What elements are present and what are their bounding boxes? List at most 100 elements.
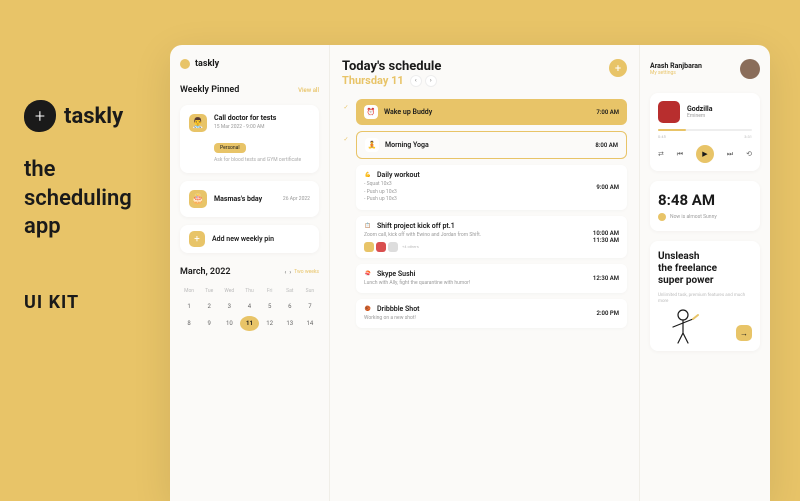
schedule-card: 📋 Shift project kick off pt.1 Zoom call, k… <box>356 216 627 258</box>
calendar-day[interactable]: 8 <box>180 316 198 331</box>
upgrade-arrow-button[interactable]: → <box>736 325 752 341</box>
calendar-day[interactable]: 14 <box>301 316 319 331</box>
calendar-day[interactable]: 13 <box>281 316 299 331</box>
schedule-icon: 💪 <box>364 171 372 179</box>
album-art <box>658 101 680 123</box>
upgrade-card: Unsleash the freelance super power Unlim… <box>650 241 760 351</box>
pinned-title: Weekly Pinned <box>180 85 239 95</box>
pin-date: 15 Mar 2022 - 9:00 AM <box>214 124 310 130</box>
schedule-desc: Lunch with Ally, fight the quarantine wi… <box>364 280 593 287</box>
calendar-day[interactable]: 5 <box>261 299 279 314</box>
schedule-item-time-end: 11:30 AM <box>593 237 619 244</box>
promo-kit-label: UI KIT <box>24 292 154 313</box>
music-time-current: 0:45 <box>658 134 666 139</box>
schedule-next-button[interactable]: › <box>425 75 437 87</box>
calendar-dow: Tue <box>200 285 218 297</box>
pin-date: 26 Apr 2022 <box>283 196 310 202</box>
profile-settings-link[interactable]: My settings <box>650 70 702 76</box>
play-button[interactable]: ▶ <box>696 145 714 163</box>
calendar-grid: MonTueWedThuFriSatSun1234567891011121314 <box>180 285 319 331</box>
pinned-cake-icon: 🎂 <box>189 190 207 208</box>
calendar-prev-icon[interactable]: ‹ <box>285 269 287 276</box>
add-pin-button[interactable]: + Add new weekly pin <box>180 225 319 253</box>
calendar-day[interactable]: 1 <box>180 299 198 314</box>
schedule-list: ✓ ⏰Wake up Buddy7:00 AM ✓🧘Morning Yoga8:00… <box>342 99 627 328</box>
schedule-icon: 📋 <box>364 222 372 230</box>
promo-brand: taskly <box>64 104 123 129</box>
calendar-next-icon[interactable]: › <box>289 269 291 276</box>
calendar-day[interactable]: 3 <box>220 299 238 314</box>
music-progress-bar[interactable] <box>658 129 752 131</box>
shuffle-icon[interactable]: ⇄ <box>658 150 664 158</box>
brand-dot-icon <box>180 59 190 69</box>
profile-avatar[interactable] <box>740 59 760 79</box>
calendar-dow: Thu <box>240 285 258 297</box>
calendar-dow: Mon <box>180 285 198 297</box>
schedule-item[interactable]: ✓ ⏰Wake up Buddy7:00 AM <box>342 99 627 125</box>
calendar-day[interactable]: 9 <box>200 316 218 331</box>
schedule-item-title: Shift project kick off pt.1 <box>377 222 455 230</box>
schedule-check-icon[interactable]: ✓ <box>342 131 350 143</box>
next-track-icon[interactable]: ⏭ <box>727 150 733 159</box>
schedule-card: 🍣 Skype Sushi Lunch with Ally, fight the q… <box>356 264 627 293</box>
schedule-title: Today's schedule <box>342 59 441 74</box>
schedule-check-icon[interactable] <box>342 264 350 269</box>
profile-header: Arash Ranjbaran My settings <box>650 59 760 79</box>
calendar-day[interactable]: 11 <box>240 316 258 331</box>
add-schedule-button[interactable]: + <box>609 59 627 77</box>
app-brand-text: taskly <box>195 59 219 69</box>
schedule-desc: Zoom call, kick off with Ewino and Jorda… <box>364 232 593 239</box>
app-window: taskly Weekly Pinned View all 👨‍⚕️ Call … <box>170 45 770 501</box>
promo-logo: + taskly <box>24 100 154 132</box>
schedule-check-icon[interactable] <box>342 299 350 304</box>
pinned-card[interactable]: 🎂 Masmas's bday 26 Apr 2022 <box>180 181 319 217</box>
repeat-icon[interactable]: ⟲ <box>746 150 752 158</box>
schedule-item-time: 7:00 AM <box>596 109 619 116</box>
avatar <box>388 242 398 252</box>
calendar-day[interactable]: 7 <box>301 299 319 314</box>
promo-tagline: the scheduling app <box>24 156 154 242</box>
pinned-card[interactable]: 👨‍⚕️ Call doctor for tests 15 Mar 2022 -… <box>180 105 319 173</box>
schedule-card: ⏰Wake up Buddy7:00 AM <box>356 99 627 125</box>
pin-tag: Personal <box>214 143 246 153</box>
music-player: Godzilla Eminem 0:45 3:31 ⇄ ⏮ ▶ ⏭ ⟲ <box>650 93 760 171</box>
schedule-item[interactable]: 📋 Shift project kick off pt.1 Zoom call, k… <box>342 216 627 258</box>
calendar-day[interactable]: 12 <box>261 316 279 331</box>
schedule-item-time: 10:00 AM <box>593 230 619 237</box>
schedule-item[interactable]: 🍣 Skype Sushi Lunch with Ally, fight the q… <box>342 264 627 293</box>
schedule-icon: ⏰ <box>364 105 378 119</box>
schedule-avatars: +4 others <box>364 242 593 252</box>
upgrade-title: Unsleash the freelance super power <box>658 251 752 287</box>
calendar-day[interactable]: 2 <box>200 299 218 314</box>
track-title: Godzilla <box>687 105 713 113</box>
calendar-dow: Sat <box>281 285 299 297</box>
calendar-day[interactable]: 4 <box>240 299 258 314</box>
schedule-check-icon[interactable] <box>342 216 350 221</box>
schedule-item-time: 12:30 AM <box>593 275 619 282</box>
pin-title: Call doctor for tests <box>214 114 310 122</box>
app-brand[interactable]: taskly <box>180 59 319 69</box>
schedule-column: Today's schedule Thursday 11 ‹ › + ✓⏰Wak… <box>330 45 640 501</box>
pinned-view-all[interactable]: View all <box>298 87 319 94</box>
clock-time: 8:48 AM <box>658 191 752 209</box>
calendar-dow: Wed <box>220 285 238 297</box>
schedule-prev-button[interactable]: ‹ <box>410 75 422 87</box>
schedule-item[interactable]: 🏀Dribbble ShotWorking on a new shot!2:00… <box>342 299 627 328</box>
calendar-day[interactable]: 6 <box>281 299 299 314</box>
schedule-item-time: 9:00 AM <box>596 184 619 191</box>
schedule-item[interactable]: 💪Daily workout- Squat 10x3- Push up 10x3… <box>342 165 627 210</box>
schedule-item-title: Skype Sushi <box>377 270 415 278</box>
upgrade-desc: Unlimited task, premium features and muc… <box>658 293 752 306</box>
calendar-range-toggle[interactable]: Two weeks <box>294 269 319 275</box>
schedule-item-title: Morning Yoga <box>385 141 429 149</box>
sun-icon <box>658 213 666 221</box>
schedule-check-icon[interactable]: ✓ <box>342 99 350 111</box>
calendar-day[interactable]: 10 <box>220 316 238 331</box>
calendar-month: March, 2022 <box>180 267 231 277</box>
schedule-check-icon[interactable] <box>342 165 350 170</box>
schedule-item[interactable]: ✓🧘Morning Yoga8:00 AM <box>342 131 627 159</box>
schedule-icon: 🍣 <box>364 270 372 278</box>
prev-track-icon[interactable]: ⏮ <box>677 150 683 159</box>
pinned-header: Weekly Pinned View all <box>180 85 319 95</box>
plus-icon: + <box>189 231 205 247</box>
